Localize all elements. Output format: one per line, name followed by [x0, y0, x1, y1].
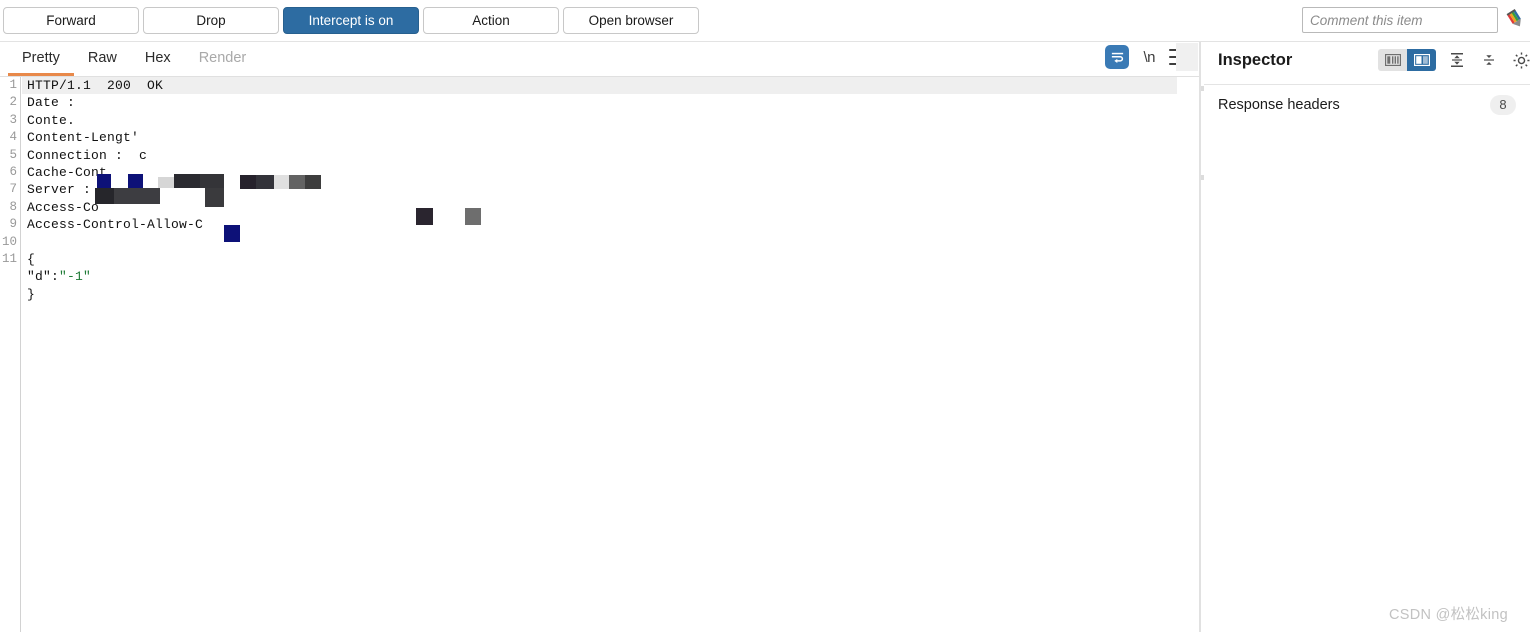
- code-line: Content-Lengt': [27, 130, 140, 146]
- code-content: HTTP/1.1 200 OK Date : Conte. Content-Le…: [22, 77, 1199, 632]
- inspector-header: Inspector: [1204, 42, 1530, 85]
- line-number: 2: [9, 95, 17, 110]
- json-colon: :: [51, 269, 60, 285]
- json-body-line: }: [27, 286, 36, 302]
- collapse-all-icon[interactable]: [1478, 49, 1500, 71]
- watermark: CSDN @松松king: [1388, 607, 1508, 623]
- editor-tabbar: Pretty Raw Hex Render \n: [0, 42, 1199, 77]
- tab-hex[interactable]: Hex: [131, 42, 185, 76]
- code-line: Conte.: [27, 112, 76, 128]
- layout-toggle-group: [1378, 49, 1436, 71]
- settings-gear-icon[interactable]: [1510, 49, 1530, 71]
- expand-all-icon[interactable]: [1446, 49, 1468, 71]
- response-editor-pane: Pretty Raw Hex Render \n 1 2 3 4 5 6 7 8…: [0, 42, 1199, 632]
- code-line: Date :: [27, 95, 76, 111]
- newline-icon[interactable]: \n: [1143, 49, 1155, 66]
- line-number: 5: [9, 147, 17, 162]
- inspector-panel: Inspector Response headers 8: [1204, 42, 1530, 632]
- action-button[interactable]: Action: [423, 7, 559, 34]
- code-line: Server :: [27, 182, 92, 198]
- inspector-section-count: 8: [1490, 95, 1516, 115]
- open-browser-button[interactable]: Open browser: [563, 7, 699, 34]
- code-line: {: [27, 251, 36, 267]
- code-line: Access-Co: [27, 199, 100, 215]
- line-number: 10: [1, 234, 17, 249]
- tab-pretty[interactable]: Pretty: [8, 42, 74, 76]
- drop-button[interactable]: Drop: [143, 7, 279, 34]
- burp-suite-window: Forward Drop Intercept is on Action Open…: [0, 0, 1530, 632]
- comment-field-wrap: [1302, 7, 1498, 33]
- line-number-gutter: 1 2 3 4 5 6 7 8 9 10 11: [0, 77, 21, 632]
- line-number: 8: [9, 199, 17, 214]
- tab-render: Render: [198, 50, 247, 66]
- code-line: Access-Control-Allow-C: [27, 217, 204, 233]
- json-body-line: "d":"-1": [22, 268, 1199, 285]
- line-number: 11: [1, 251, 17, 266]
- inspector-tool-row: [1378, 49, 1530, 71]
- top-action-bar: Forward Drop Intercept is on Action Open…: [0, 0, 1530, 42]
- line-number: 6: [9, 164, 17, 179]
- inspector-section-label: Response headers: [1218, 97, 1340, 113]
- editor-minimap[interactable]: [1176, 43, 1198, 71]
- line-number: 7: [9, 182, 17, 197]
- line-number: 9: [9, 217, 17, 232]
- comment-input[interactable]: [1302, 7, 1498, 33]
- line-number: 1: [9, 78, 17, 92]
- code-line: Cache-Cont: [27, 164, 108, 180]
- code-viewer[interactable]: 1 2 3 4 5 6 7 8 9 10 11 HTTP/1.1 200 OK …: [0, 77, 1199, 632]
- json-key: "d": [27, 269, 52, 285]
- inspector-title: Inspector: [1218, 51, 1293, 69]
- highlighter-icon[interactable]: [1503, 8, 1527, 32]
- intercept-toggle-button[interactable]: Intercept is on: [283, 7, 419, 34]
- tab-raw[interactable]: Raw: [74, 42, 131, 76]
- word-wrap-icon[interactable]: [1105, 45, 1130, 69]
- json-value: "-1": [59, 269, 92, 285]
- line-number: 3: [9, 112, 17, 127]
- pane-divider[interactable]: [1199, 42, 1201, 632]
- code-line: Connection : c: [27, 147, 148, 163]
- layout-split-right-icon[interactable]: [1407, 49, 1436, 71]
- inspector-section-response-headers[interactable]: Response headers 8: [1204, 85, 1530, 125]
- action-button-row: Forward Drop Intercept is on Action Open…: [3, 7, 699, 34]
- line-number: 4: [9, 130, 17, 145]
- editor-tab-list: Pretty Raw Hex Render: [8, 42, 260, 76]
- layout-split-left-icon[interactable]: [1378, 49, 1407, 71]
- code-line: HTTP/1.1 200 OK: [27, 78, 164, 93]
- forward-button[interactable]: Forward: [3, 7, 139, 34]
